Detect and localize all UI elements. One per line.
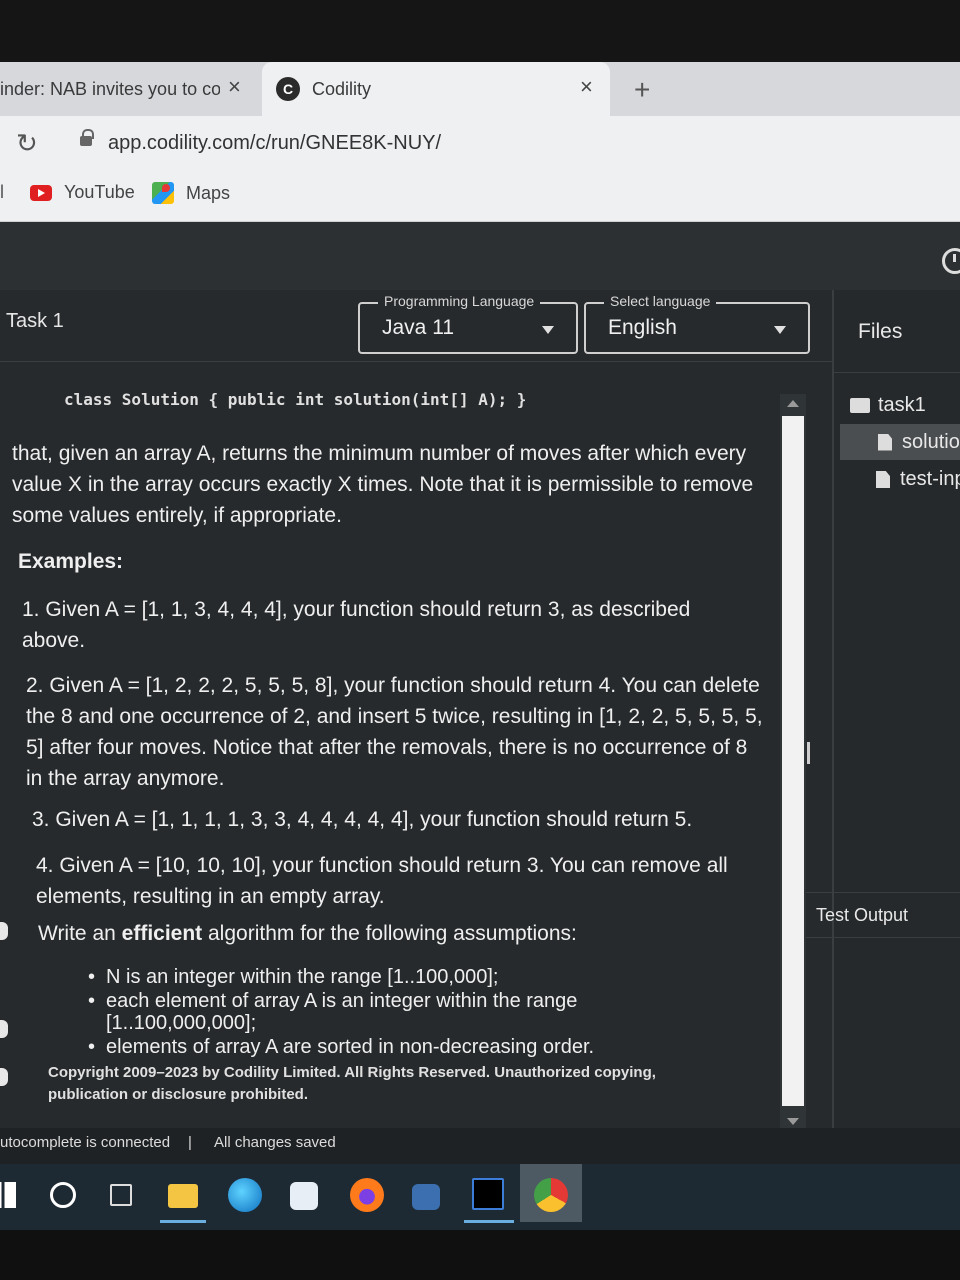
scroll-up-icon[interactable] [787,400,799,407]
tab-codility[interactable]: C Codility × [262,62,610,116]
copyright-notice: Copyright 2009–2023 by Codility Limited.… [48,1064,656,1103]
tab-nab-invite[interactable]: inder: NAB invites you to co × [0,62,258,116]
bookmark-edge: l [0,182,4,202]
tab-title: inder: NAB invites you to co [0,78,220,99]
scroll-down-icon[interactable] [787,1118,799,1125]
example-3: 3. Given A = [1, 1, 1, 1, 3, 3, 4, 4, 4,… [32,808,693,831]
tab-title: Codility [312,78,372,99]
intro-paragraph: that, given an array A, returns the mini… [12,442,754,527]
bookmarks-bar: l YouTube Maps [0,172,960,222]
task-description: class Solution { public int solution(int… [0,362,780,1142]
address-bar[interactable]: app.codility.com/c/run/GNEE8K-NUY/ [108,132,441,155]
monitor-bezel-top [0,0,960,62]
browser-toolbar: ↻ app.codility.com/c/run/GNEE8K-NUY/ [0,116,960,172]
maps-icon [152,182,174,204]
left-edge-control[interactable] [0,1020,8,1038]
select-value: English [608,316,677,339]
test-output-header[interactable]: Test Output [796,892,960,938]
chevron-down-icon [774,326,786,334]
human-language-select[interactable]: Select language English [584,293,810,354]
assumptions-bold: efficient [121,922,203,945]
folder-label: task1 [878,394,926,416]
select-label: Programming Language [378,293,541,309]
screen: inder: NAB invites you to co × C Codilit… [0,0,960,1280]
left-edge-control[interactable] [0,922,8,940]
file-label: solutio [902,430,960,453]
assumptions-intro: Write an efficient algorithm for the fol… [38,918,778,949]
status-bar: utocomplete is connected | All changes s… [0,1128,960,1164]
monitor-bezel-bottom [0,1230,960,1280]
file-label: test-inp [900,468,960,490]
code-signature: class Solution { public int solution(int… [64,390,527,409]
app-header [0,222,960,290]
file-explorer-icon[interactable] [168,1184,198,1208]
list-item: elements of array A are sorted in non-de… [88,1036,608,1058]
examples-heading: Examples: [18,550,124,573]
task-title: Task 1 [6,310,64,332]
chevron-down-icon [542,326,554,334]
assumptions-list: N is an integer within the range [1..100… [88,966,608,1060]
assumptions-pre: Write an [38,922,122,945]
active-indicator [160,1220,206,1223]
windows-taskbar [0,1164,960,1230]
divider [834,372,960,373]
folder-icon [850,398,870,413]
example-1: 1. Given A = [1, 1, 3, 4, 4, 4], your fu… [22,598,691,652]
autocomplete-status: utocomplete is connected [0,1134,171,1151]
clock-icon[interactable] [942,248,960,274]
bookmark-maps[interactable]: Maps [152,182,230,204]
task-header: Task 1 Programming Language Java 11 Sele… [0,290,832,362]
media-player-icon[interactable] [412,1184,440,1210]
select-label: Select language [604,293,717,309]
example-2: 2. Given A = [1, 2, 2, 2, 5, 5, 5, 8], y… [26,674,763,790]
file-test-input[interactable]: test-inp [876,468,960,491]
close-icon[interactable]: × [580,74,593,100]
lock-icon[interactable] [80,129,94,146]
file-icon [876,471,890,488]
list-item: N is an integer within the range [1..100… [88,966,608,988]
codility-app: Task 1 Programming Language Java 11 Sele… [0,222,960,1162]
edge-icon[interactable] [228,1178,262,1212]
files-title: Files [858,320,903,343]
folder-task1[interactable]: task1 [850,394,926,417]
store-icon[interactable] [290,1182,318,1210]
close-icon[interactable]: × [228,74,241,100]
save-status: All changes saved [214,1134,336,1151]
select-value: Java 11 [382,316,454,339]
file-icon [878,433,892,451]
test-output-label: Test Output [816,905,909,925]
task-view-icon[interactable] [110,1184,132,1206]
description-scrollbar[interactable] [780,394,806,1134]
files-panel: Files task1 solutio test-inp [832,290,960,1162]
programming-language-select[interactable]: Programming Language Java 11 [358,293,578,354]
left-edge-control[interactable] [0,1068,8,1086]
list-item: each element of array A is an integer wi… [88,990,608,1034]
codility-favicon-icon: C [276,77,300,101]
bookmark-label: YouTube [64,182,135,202]
intellij-icon[interactable] [472,1178,504,1210]
active-indicator [464,1220,514,1223]
youtube-icon [30,184,52,201]
scroll-thumb[interactable] [782,416,804,1106]
chrome-icon[interactable] [534,1178,568,1212]
assumptions-post: algorithm for the following assumptions: [202,922,577,945]
status-separator: | [188,1134,192,1151]
bookmark-youtube[interactable]: YouTube [30,182,135,203]
example-4: 4. Given A = [10, 10, 10], your function… [36,854,728,908]
file-solution[interactable]: solutio [840,424,960,460]
search-icon[interactable] [50,1182,76,1208]
bookmark-label: Maps [186,182,231,203]
windows-start-icon[interactable] [0,1182,16,1208]
firefox-icon[interactable] [350,1178,384,1212]
reload-icon[interactable]: ↻ [16,128,38,159]
new-tab-button[interactable]: + [634,74,650,106]
browser-tab-strip: inder: NAB invites you to co × C Codilit… [0,62,960,116]
